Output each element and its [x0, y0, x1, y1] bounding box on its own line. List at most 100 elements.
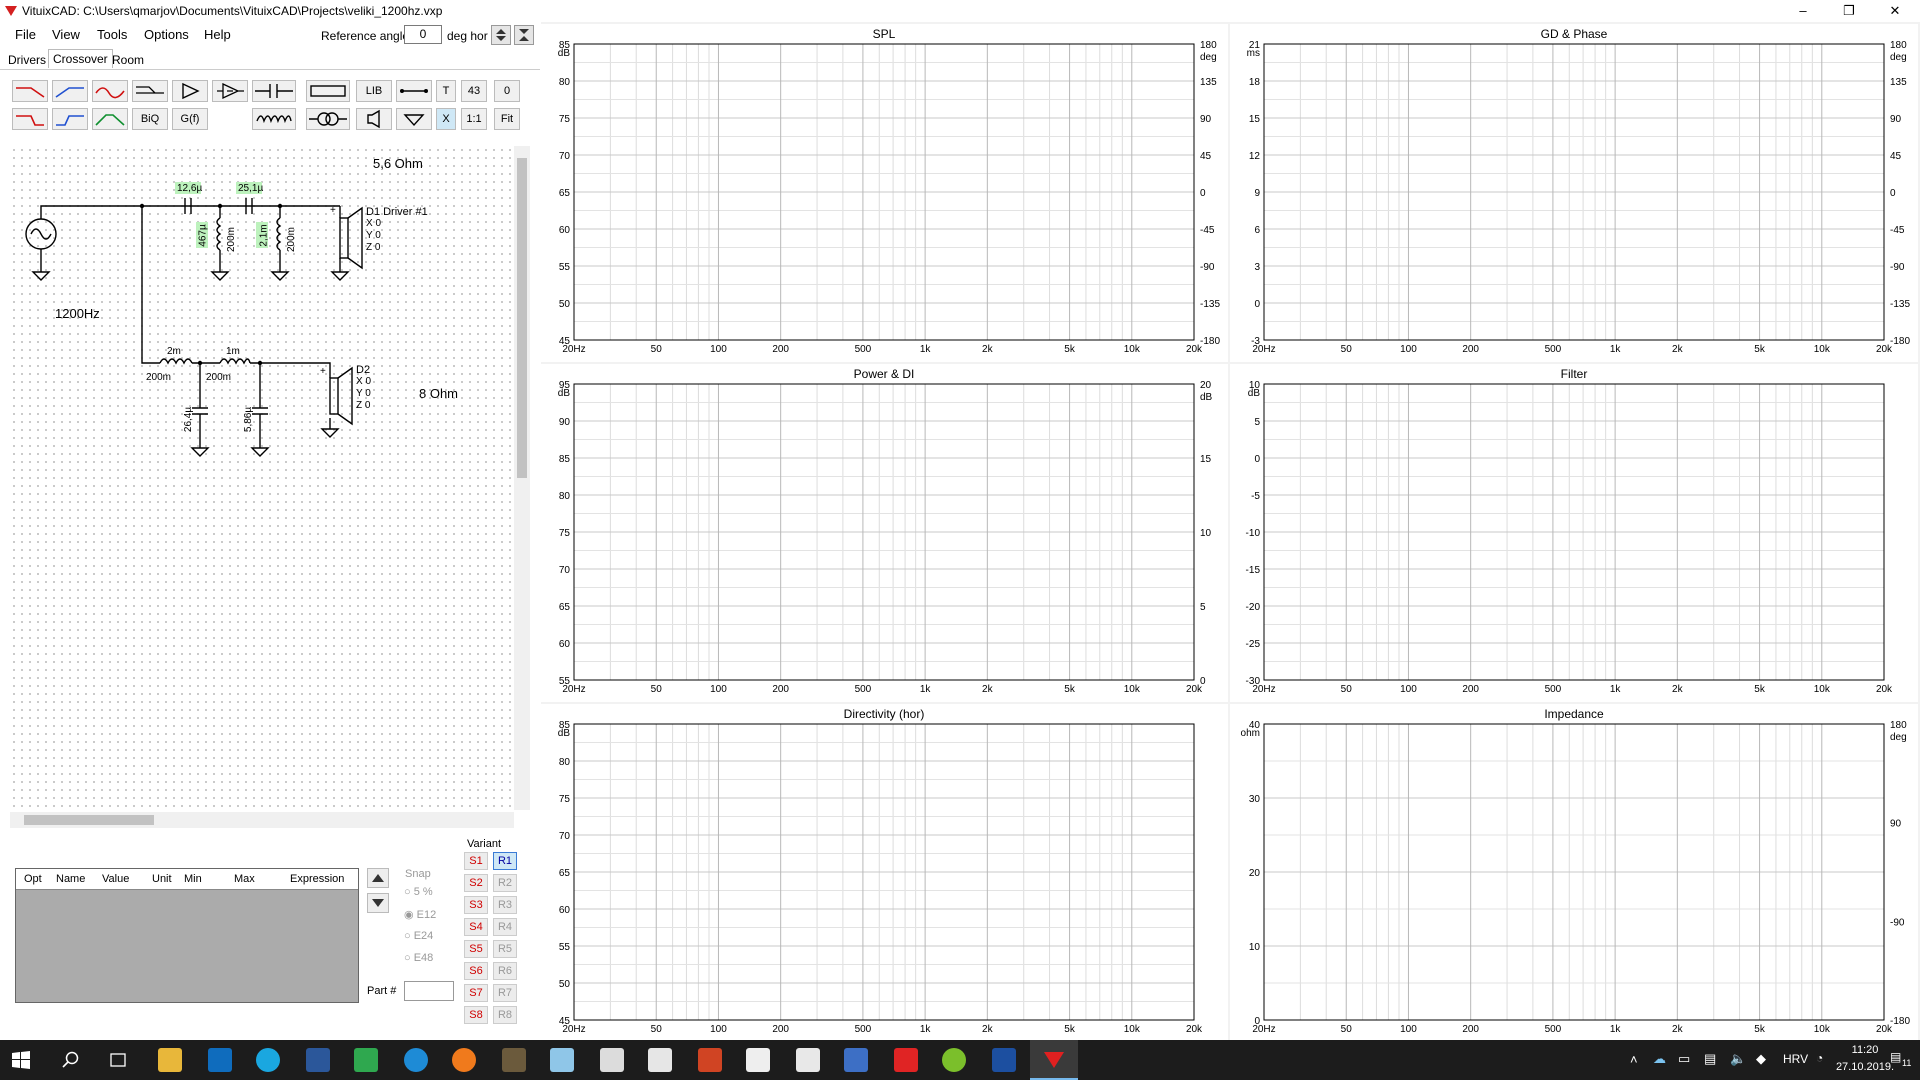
x-tick-label: 2k	[1672, 684, 1684, 695]
action-icon[interactable]: ◔	[1816, 1051, 1823, 1065]
x-tick-label: 2k	[1672, 1024, 1684, 1035]
taskbar: ˄ ☁ ▭ ▤ 🔈 ◆ HRV ◔ 11:20 27.10.2019. ▤ 11	[0, 1040, 1920, 1080]
outlook-icon[interactable]	[208, 1048, 232, 1072]
filezilla-icon[interactable]	[894, 1048, 918, 1072]
dropbox-icon[interactable]: ◆	[1756, 1051, 1766, 1067]
x-tick-label: 100	[710, 684, 727, 695]
y-tick-label: -5	[1251, 491, 1260, 502]
search-icon[interactable]	[62, 1051, 80, 1069]
y-tick-label: 70	[559, 565, 571, 576]
y2-tick-label: -180	[1890, 1016, 1910, 1027]
y-tick-label: 0	[1254, 1016, 1260, 1027]
clock-date[interactable]: 27.10.2019.	[1834, 1061, 1896, 1073]
y-tick-label: 55	[559, 942, 571, 953]
clock-time[interactable]: 11:20	[1838, 1044, 1892, 1056]
paint-icon[interactable]	[796, 1048, 820, 1072]
y2-unit-label: deg	[1200, 52, 1217, 63]
word-icon[interactable]	[306, 1048, 330, 1072]
y2-tick-label: -135	[1890, 299, 1910, 310]
y2-tick-label: 90	[1890, 114, 1902, 125]
edge-icon[interactable]	[404, 1048, 428, 1072]
language-indicator[interactable]: HRV	[1783, 1052, 1808, 1066]
y2-tick-label: -45	[1200, 225, 1215, 236]
x-tick-label: 1k	[1610, 344, 1622, 355]
x-tick-label: 500	[855, 684, 872, 695]
notification-icon[interactable]: ▤	[1890, 1050, 1901, 1064]
chart-filter[interactable]: Filter20Hz 50 100 200 500 1k 2k 5k 10k 20k1050-5-…	[1230, 364, 1918, 702]
notepad-icon[interactable]	[600, 1048, 624, 1072]
y-tick-label: 80	[559, 757, 571, 768]
task-view-icon[interactable]	[108, 1051, 128, 1069]
powerpoint-icon[interactable]	[698, 1048, 722, 1072]
y-tick-label: 55	[559, 262, 571, 273]
green-circle-app-icon[interactable]	[942, 1048, 966, 1072]
y-tick-label: 0	[1254, 454, 1260, 465]
blue-square-app-icon[interactable]	[992, 1048, 1016, 1072]
chart-directivity[interactable]: Directivity (hor)20Hz 50 100 200 500 1k 2k 5k 10…	[540, 704, 1228, 1040]
y2-tick-label: 5	[1200, 602, 1206, 613]
chart-power-di[interactable]: Power & DI20Hz 50 100 200 500 1k 2k 5k 10k 20k959…	[540, 364, 1228, 702]
y-tick-label: 90	[559, 417, 571, 428]
x-tick-label: 1k	[920, 344, 932, 355]
y2-tick-label: 10	[1200, 528, 1212, 539]
network-app-icon[interactable]	[844, 1048, 868, 1072]
grid-app-icon[interactable]	[746, 1048, 770, 1072]
x-tick-label: 100	[1400, 684, 1417, 695]
blue-app-icon[interactable]	[550, 1048, 574, 1072]
y-tick-label: 55	[559, 676, 571, 687]
network-icon[interactable]: ▤	[1704, 1051, 1716, 1067]
x-tick-label: 2k	[982, 684, 994, 695]
y-tick-label: 6	[1254, 225, 1260, 236]
chart-background	[540, 24, 1228, 362]
notification-count: 11	[1902, 1058, 1912, 1068]
y2-tick-label: 15	[1200, 454, 1212, 465]
y-tick-label: 45	[559, 336, 571, 347]
windows-start-icon[interactable]	[12, 1051, 30, 1069]
game-app-icon[interactable]	[502, 1048, 526, 1072]
x-tick-label: 5k	[1064, 1024, 1076, 1035]
chart-spl[interactable]: SPL20Hz 50 100 200 500 1k 2k 5k 10k 20k8580757065…	[540, 24, 1228, 362]
y2-tick-label: -90	[1890, 262, 1905, 273]
file-explorer-icon[interactable]	[158, 1048, 182, 1072]
x-tick-label: 500	[1545, 344, 1562, 355]
tray-up-arrow-icon[interactable]: ˄	[1630, 1052, 1638, 1067]
chart-gd-phase[interactable]: GD & Phase20Hz 50 100 200 500 1k 2k 5k 10k 20k211…	[1230, 24, 1918, 362]
skype-icon[interactable]	[256, 1048, 280, 1072]
y-tick-label: 80	[559, 491, 571, 502]
y2-unit-label: deg	[1890, 732, 1907, 743]
y-tick-label: -20	[1246, 602, 1261, 613]
y-tick-label: 60	[559, 905, 571, 916]
y-tick-label: 50	[559, 979, 571, 990]
y2-tick-label: 180	[1890, 40, 1907, 51]
y2-tick-label: 135	[1200, 77, 1217, 88]
y-tick-label: -25	[1246, 639, 1261, 650]
volume-icon[interactable]: 🔈	[1730, 1051, 1746, 1067]
calculator-icon[interactable]	[648, 1048, 672, 1072]
y-tick-label: 10	[1249, 942, 1261, 953]
x-tick-label: 5k	[1064, 684, 1076, 695]
onedrive-icon[interactable]: ☁	[1653, 1051, 1666, 1067]
x-tick-label: 1k	[920, 684, 932, 695]
response-charts[interactable]: SPL20Hz 50 100 200 500 1k 2k 5k 10k 20k8580757065…	[0, 0, 1920, 1040]
y-tick-label: 3	[1254, 262, 1260, 273]
green-app-icon[interactable]	[354, 1048, 378, 1072]
x-tick-label: 200	[1462, 344, 1479, 355]
x-tick-label: 200	[1462, 1024, 1479, 1035]
y-tick-label: 45	[559, 1016, 571, 1027]
y-tick-label: 75	[559, 114, 571, 125]
chart-title: Filter	[1561, 367, 1588, 381]
chart-background	[1230, 24, 1918, 362]
chart-impedance[interactable]: Impedance20Hz 50 100 200 500 1k 2k 5k 10k 20k4030…	[1230, 704, 1918, 1040]
y-tick-label: 75	[559, 794, 571, 805]
vituixcad-task-button[interactable]	[1030, 1040, 1078, 1080]
firefox-icon[interactable]	[452, 1048, 476, 1072]
x-tick-label: 5k	[1754, 1024, 1766, 1035]
y-tick-label: -15	[1246, 565, 1261, 576]
x-tick-label: 100	[1400, 344, 1417, 355]
x-tick-label: 5k	[1064, 344, 1076, 355]
y-tick-label: 65	[559, 602, 571, 613]
y-unit-label: dB	[558, 388, 571, 399]
y2-tick-label: 45	[1890, 151, 1902, 162]
y2-tick-label: 90	[1890, 819, 1902, 830]
battery-icon[interactable]: ▭	[1678, 1051, 1690, 1067]
